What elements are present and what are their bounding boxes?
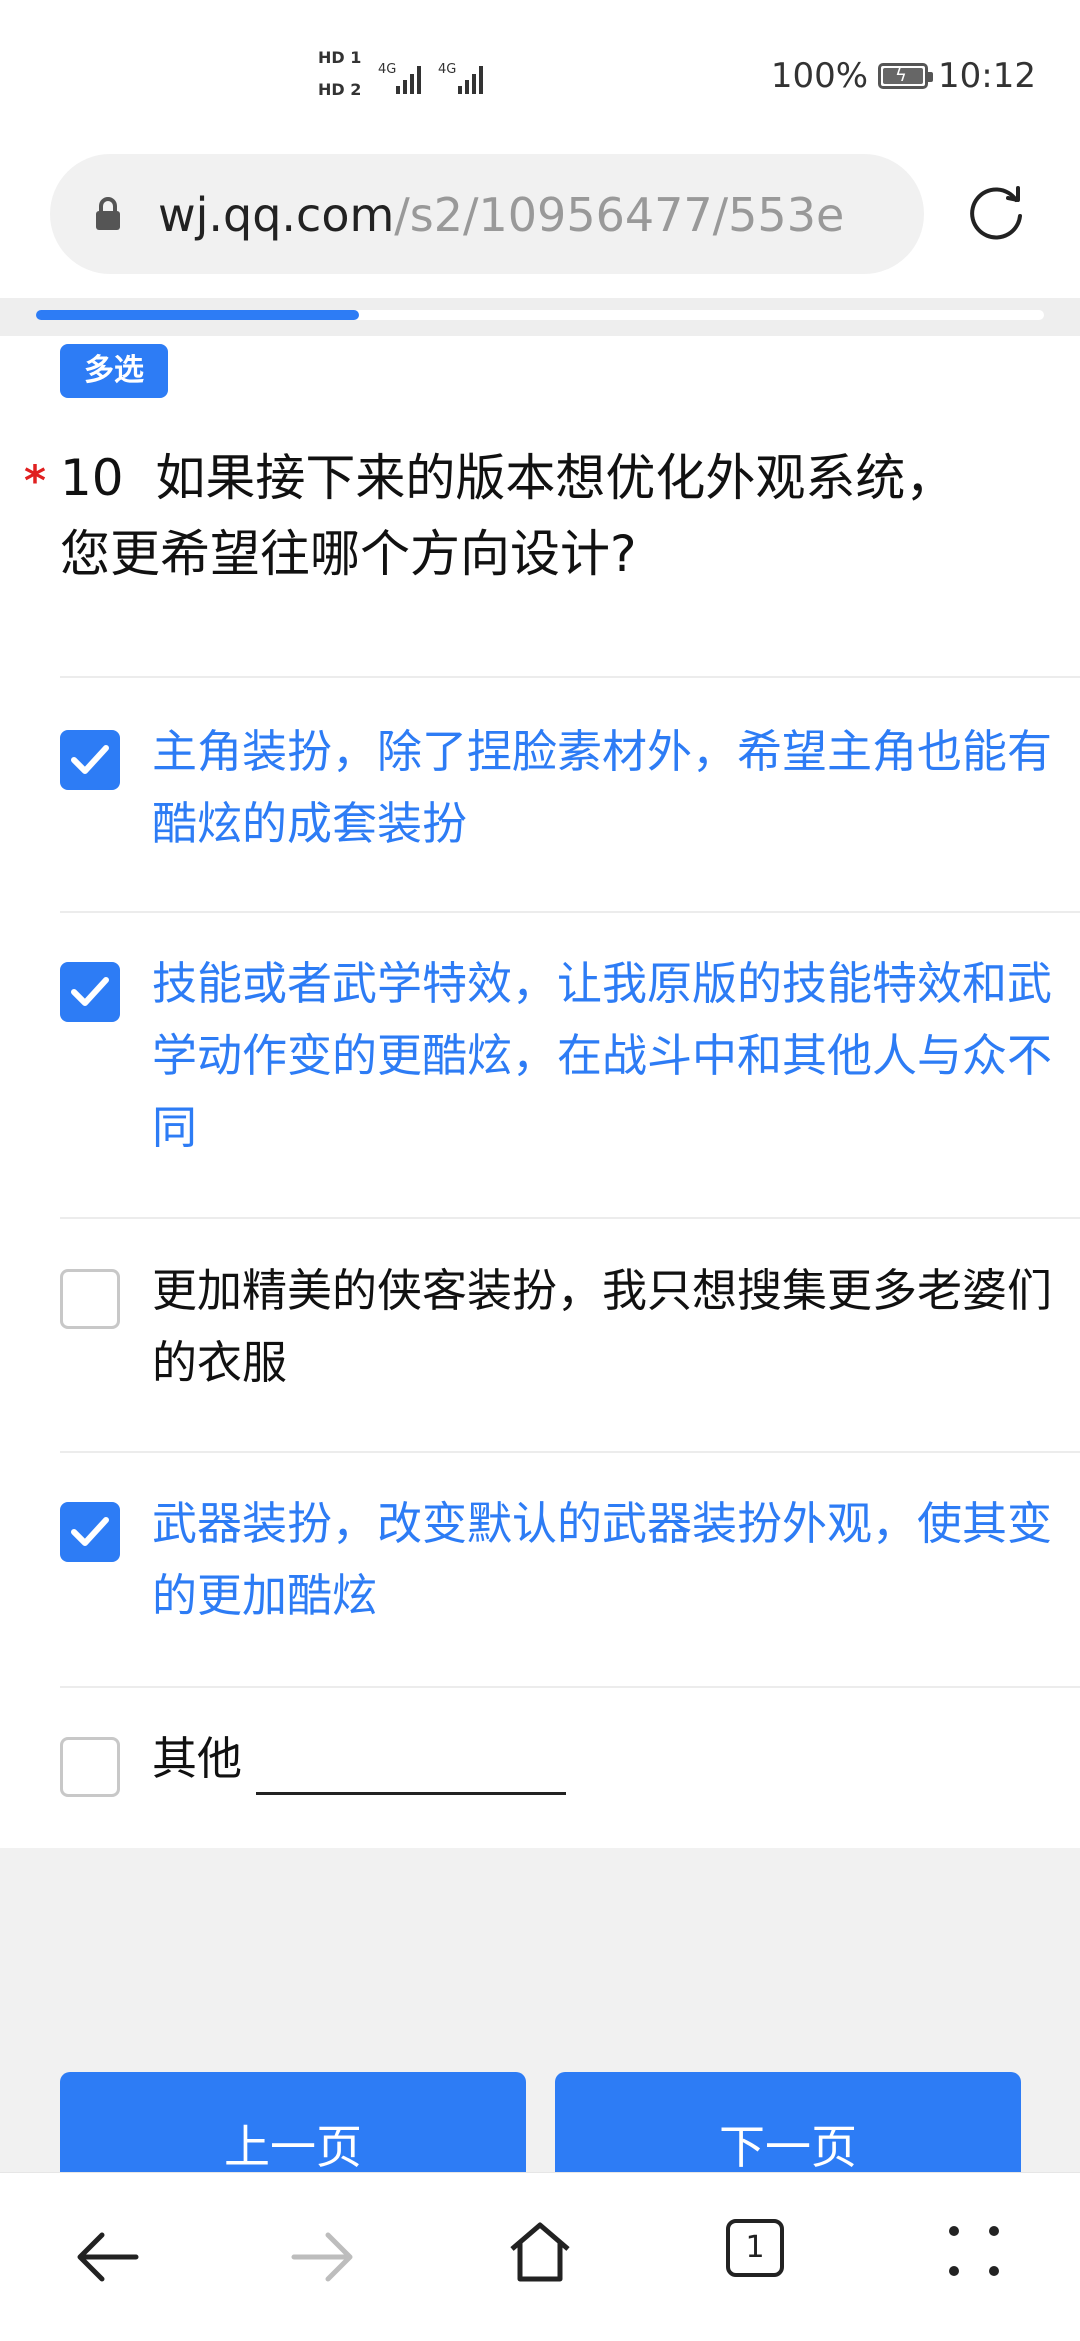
url-host: wj.qq.com bbox=[158, 188, 395, 242]
battery-percent: 100% bbox=[770, 56, 869, 96]
checkbox-checked[interactable] bbox=[60, 962, 120, 1022]
divider bbox=[60, 911, 1080, 913]
signal-bars-icon bbox=[396, 62, 421, 94]
battery-icon: ϟ bbox=[878, 63, 934, 89]
url-path: /s2/10956477/553e bbox=[394, 188, 845, 242]
refresh-icon[interactable] bbox=[964, 180, 1028, 244]
back-arrow-icon[interactable] bbox=[74, 2227, 140, 2287]
divider bbox=[60, 1451, 1080, 1453]
signal-indicators: HD 1 HD 2 4G 4G bbox=[318, 48, 498, 108]
checkbox-unchecked[interactable] bbox=[60, 1737, 120, 1797]
option-label: 技能或者武学特效，让我原版的技能特效和武学动作变的更酷炫，在战斗中和其他人与众不… bbox=[152, 957, 1053, 1154]
survey-progress bbox=[0, 298, 1080, 336]
forward-arrow-icon[interactable] bbox=[290, 2227, 356, 2287]
option-label: 武器装扮，改变默认的武器装扮外观，使其变的更加酷炫 bbox=[152, 1497, 1053, 1622]
sim1-label: HD 1 bbox=[318, 48, 362, 67]
other-text-input[interactable] bbox=[256, 1740, 567, 1795]
url-text: wj.qq.com/s2/10956477/553e bbox=[158, 190, 844, 240]
sim2-label: HD 2 bbox=[318, 80, 362, 99]
divider bbox=[60, 1686, 1080, 1688]
check-icon bbox=[71, 977, 109, 1006]
lock-icon bbox=[96, 197, 120, 230]
required-mark: * bbox=[24, 456, 46, 505]
check-icon bbox=[71, 745, 109, 774]
question-text: 如果接下来的版本想优化外观系统，您更希望往哪个方向设计? bbox=[60, 449, 956, 583]
address-bar[interactable]: wj.qq.com/s2/10956477/553e bbox=[50, 154, 924, 274]
clock: 10:12 bbox=[938, 56, 1036, 96]
net1-label: 4G bbox=[378, 62, 397, 77]
option-label: 主角装扮，除了捏脸素材外，希望主角也能有酷炫的成套装扮 bbox=[152, 725, 1053, 850]
multi-select-badge: 多选 bbox=[60, 344, 168, 398]
checkbox-checked[interactable] bbox=[60, 730, 120, 790]
home-icon[interactable] bbox=[506, 2219, 574, 2285]
checkbox-unchecked[interactable] bbox=[60, 1269, 120, 1329]
check-icon bbox=[71, 1517, 109, 1546]
browser-bottom-bar: 1 bbox=[0, 2172, 1080, 2341]
divider bbox=[60, 676, 1080, 678]
progress-fill bbox=[36, 310, 359, 320]
progress-track bbox=[36, 310, 1044, 320]
browser-toolbar: wj.qq.com/s2/10956477/553e bbox=[0, 150, 1080, 298]
status-right: 100% ϟ 10:12 bbox=[771, 56, 1036, 96]
option-other-label: 其他 bbox=[152, 1723, 1080, 1795]
question-number: 10 bbox=[60, 449, 124, 507]
status-bar: HD 1 HD 2 4G 4G 100% ϟ 10:12 bbox=[0, 0, 1080, 150]
signal-bars-icon bbox=[458, 62, 483, 94]
option-label: 其他 bbox=[152, 1732, 243, 1785]
menu-dots-icon[interactable] bbox=[946, 2223, 1002, 2279]
checkbox-checked[interactable] bbox=[60, 1502, 120, 1562]
net2-label: 4G bbox=[438, 62, 457, 77]
question-title: 10 如果接下来的版本想优化外观系统，您更希望往哪个方向设计? bbox=[60, 440, 960, 592]
divider bbox=[60, 1217, 1080, 1219]
tabs-icon[interactable]: 1 bbox=[726, 2219, 784, 2277]
option-label: 更加精美的侠客装扮，我只想搜集更多老婆们的衣服 bbox=[152, 1264, 1053, 1389]
